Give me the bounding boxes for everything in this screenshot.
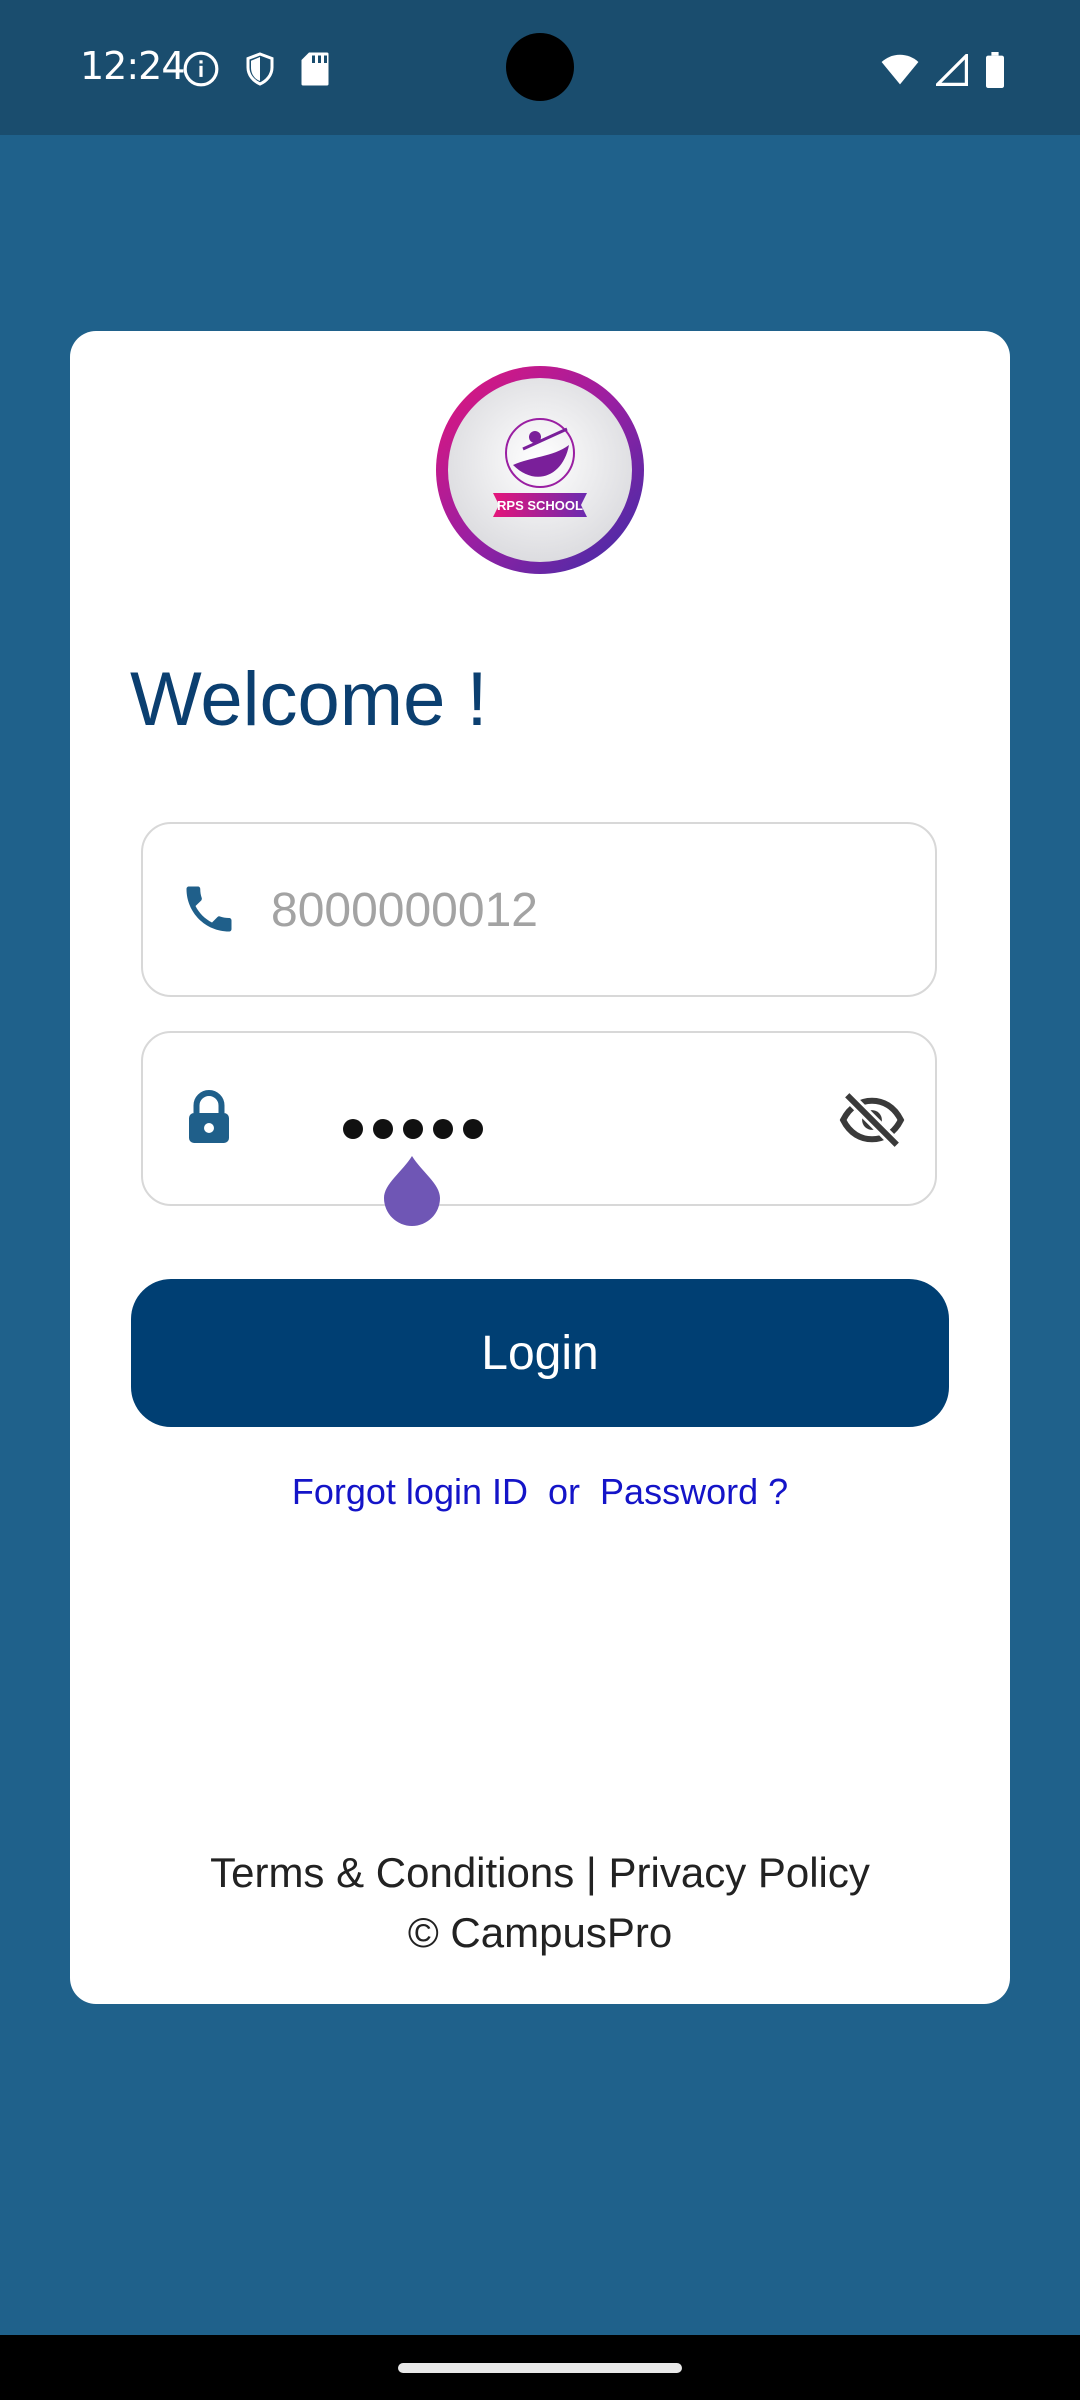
eye-off-icon[interactable] (839, 1087, 905, 1153)
phone-field[interactable] (141, 822, 937, 997)
info-icon (183, 51, 219, 87)
welcome-heading: Welcome ! (130, 657, 488, 742)
sd-card-icon (301, 52, 329, 86)
signal-icon (936, 54, 968, 86)
copyright: © CampusPro (407, 1909, 673, 1956)
status-time: 12:24 (80, 44, 186, 88)
password-field[interactable] (141, 1031, 937, 1206)
school-logo: RPS SCHOOL (436, 366, 644, 574)
wifi-icon (881, 54, 919, 85)
lock-icon (189, 1090, 229, 1143)
footer: Terms & Conditions | Privacy Policy © Ca… (70, 1843, 1010, 1963)
status-bar: 12:24 (0, 0, 1080, 135)
logo-school-name: RPS SCHOOL (497, 498, 583, 513)
front-camera (506, 33, 574, 101)
text-cursor-handle[interactable] (382, 1154, 442, 1226)
status-left-icons (182, 50, 330, 88)
forgot-or-text: or (548, 1471, 581, 1512)
shield-icon (246, 52, 274, 86)
forgot-login-id-link[interactable]: Forgot login ID (292, 1471, 528, 1512)
status-right-icons (880, 52, 1006, 88)
home-gesture-handle[interactable] (398, 2363, 682, 2373)
password-masked-value[interactable] (343, 1119, 483, 1139)
forgot-links: Forgot login ID or Password ? (70, 1471, 1010, 1513)
password-dot (403, 1119, 423, 1139)
login-card: RPS SCHOOL Welcome ! Lo (70, 331, 1010, 2004)
password-dot (433, 1119, 453, 1139)
phone-icon (186, 886, 232, 932)
terms-link[interactable]: Terms & Conditions (210, 1849, 574, 1896)
privacy-link[interactable]: Privacy Policy (609, 1849, 870, 1896)
login-button[interactable]: Login (131, 1279, 949, 1427)
phone-input[interactable] (269, 824, 833, 997)
forgot-password-link[interactable]: Password ? (600, 1471, 788, 1512)
footer-links-row: Terms & Conditions | Privacy Policy (70, 1843, 1010, 1903)
battery-icon (986, 52, 1004, 88)
password-dot (463, 1119, 483, 1139)
footer-separator: | (585, 1849, 597, 1896)
navigation-bar (0, 2335, 1080, 2400)
password-dot (343, 1119, 363, 1139)
password-dot (373, 1119, 393, 1139)
